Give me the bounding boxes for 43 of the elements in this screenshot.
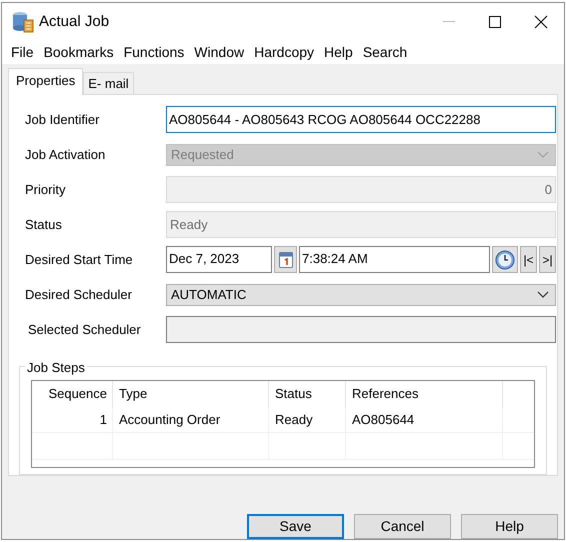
menu-item[interactable]: Window <box>189 42 250 63</box>
menu-item[interactable]: File <box>6 42 39 63</box>
column-header: Status <box>269 381 346 407</box>
tab[interactable]: E- mail <box>83 72 134 94</box>
menu-item[interactable]: Bookmarks <box>38 42 119 63</box>
field-label: Job Activation <box>25 146 106 164</box>
table-cell: Accounting Order <box>113 407 269 432</box>
field-label: Job Identifier <box>25 110 100 129</box>
menu-item[interactable]: Hardcopy <box>249 42 320 63</box>
field-label: Desired Start Time <box>25 250 134 269</box>
dropdown[interactable]: AUTOMATIC <box>166 284 556 306</box>
calendar-button[interactable] <box>274 246 297 273</box>
tab[interactable]: Properties <box>8 68 84 95</box>
field-label: Selected Scheduler <box>27 320 142 339</box>
column-header: References <box>346 381 503 407</box>
date-field[interactable]: Dec 7, 2023 <box>166 246 272 273</box>
window-title: Actual Job <box>39 12 110 32</box>
database-icon <box>12 10 34 33</box>
column-header: Type <box>113 381 269 407</box>
last-button[interactable]: >| <box>539 246 556 273</box>
field-label: Status <box>25 216 63 234</box>
text-field[interactable]: AO805644 - AO805643 RCOG AO805644 OCC22288 <box>166 106 556 133</box>
chevron-down-icon <box>537 291 549 298</box>
column-header: Sequence <box>32 381 113 407</box>
readonly-field: Ready <box>166 211 556 238</box>
clock-button[interactable] <box>492 246 518 273</box>
chevron-down-icon <box>537 151 549 158</box>
table-cell: AO805644 <box>346 407 503 432</box>
field-label: Desired Scheduler <box>25 286 133 304</box>
dialog-button[interactable]: Cancel <box>354 514 451 539</box>
calendar-icon <box>278 251 292 268</box>
table-cell: Ready <box>269 407 346 432</box>
dialog-button[interactable]: Help <box>461 514 558 539</box>
menu-item[interactable]: Help <box>319 42 358 63</box>
field-label: Priority <box>25 180 66 199</box>
table-cell: 1 <box>32 407 113 432</box>
time-field[interactable]: 7:38:24 AM <box>299 246 490 273</box>
first-button[interactable]: |< <box>520 246 537 273</box>
readonly-field: 0 <box>166 176 556 203</box>
menu-item[interactable]: Functions <box>118 42 190 63</box>
menu-item[interactable]: Search <box>358 42 412 63</box>
clock-icon <box>495 250 515 270</box>
dialog-button[interactable]: Save <box>247 514 344 539</box>
